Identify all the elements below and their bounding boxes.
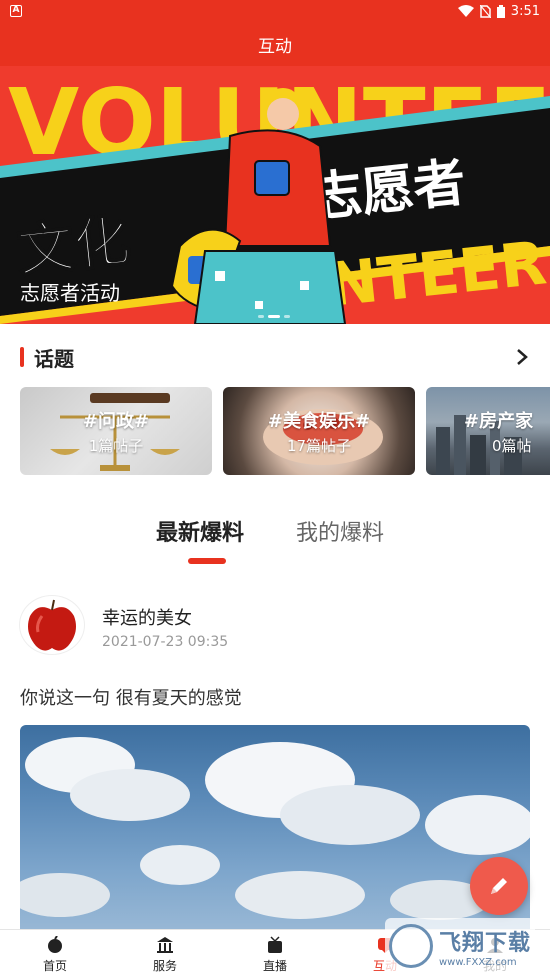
nav-service[interactable]: 服务 <box>110 930 220 979</box>
topic-card[interactable]: #房产家 0篇帖 <box>426 387 550 475</box>
battery-icon <box>496 4 505 18</box>
watermark-logo-icon <box>389 924 433 968</box>
nav-home[interactable]: 首页 <box>0 930 110 979</box>
nav-label: 服务 <box>152 958 177 973</box>
clock: 3:51 <box>510 3 540 19</box>
watermark-url: www.FXXZ.com <box>439 956 517 968</box>
active-tab-indicator <box>188 558 226 564</box>
topic-name: #美食娱乐# <box>267 411 371 432</box>
topic-list: #问政# 1篇帖子 #美食娱乐# 17篇帖子 #房产家 0篇帖 <box>20 387 550 475</box>
topic-count: 0篇帖 <box>492 437 532 455</box>
watermark: 飞翔下载 www.FXXZ.com <box>385 918 535 974</box>
avatar[interactable] <box>20 596 84 654</box>
banner-caption: 志愿者活动 <box>20 281 120 305</box>
apple-icon <box>28 599 76 651</box>
banner-art-left: 文化 <box>15 209 133 285</box>
post-username[interactable]: 幸运的美女 <box>102 604 192 630</box>
topic-count: 17篇帖子 <box>286 437 352 455</box>
nav-label: 首页 <box>42 958 67 973</box>
page-title: 互动 <box>258 36 292 57</box>
pencil-icon <box>491 878 507 894</box>
topic-card[interactable]: #美食娱乐# 17篇帖子 <box>223 387 415 475</box>
no-sim-icon <box>479 4 491 18</box>
title-bar: 互动 <box>0 22 550 66</box>
topic-count: 1篇帖子 <box>88 437 144 455</box>
post-header: 幸运的美女 2021-07-23 09:35 <box>20 596 530 656</box>
building-icon <box>157 936 173 953</box>
banner-carousel[interactable]: VOLUNTEER 文化 志愿者 NTEER 志愿者活动 <box>0 66 550 324</box>
compose-button[interactable] <box>470 857 528 915</box>
topics-header: 话题 <box>20 340 532 374</box>
watermark-title: 飞翔下载 <box>439 930 532 956</box>
post-image[interactable] <box>20 725 530 935</box>
carousel-indicator <box>258 315 290 318</box>
nav-live[interactable]: 直播 <box>220 930 330 979</box>
nav-label: 直播 <box>262 958 287 973</box>
post-text[interactable]: 你说这一句 很有夏天的感觉 <box>20 684 242 710</box>
wifi-icon <box>457 5 474 17</box>
chevron-right-icon[interactable] <box>512 347 532 367</box>
home-icon <box>48 935 62 953</box>
sky-photo <box>20 737 530 920</box>
tv-icon <box>268 935 282 953</box>
feed-tabs: 最新爆料 我的爆料 <box>0 515 550 569</box>
topic-card[interactable]: #问政# 1篇帖子 <box>20 387 212 475</box>
tab-mine[interactable]: 我的爆料 <box>296 515 384 547</box>
topic-name: #房产家 <box>464 411 534 432</box>
section-marker <box>20 347 24 367</box>
topics-title: 话题 <box>34 346 74 371</box>
notification-icon: A <box>10 5 22 17</box>
topic-name: #问政# <box>82 411 150 432</box>
tab-latest[interactable]: 最新爆料 <box>156 515 244 547</box>
status-bar: A 3:51 <box>0 0 550 22</box>
post-time: 2021-07-23 09:35 <box>102 634 229 650</box>
